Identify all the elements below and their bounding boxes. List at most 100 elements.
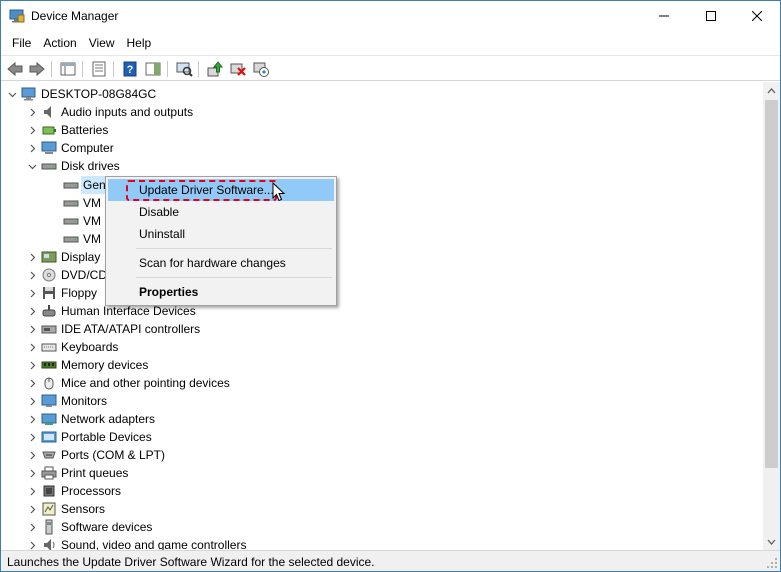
context-separator (136, 248, 332, 249)
back-button[interactable] (6, 60, 24, 78)
action-pane-button[interactable] (144, 60, 162, 78)
expand-chevron-icon[interactable] (27, 103, 37, 121)
tree-item-label: Keyboards (61, 340, 119, 354)
uninstall-device-button[interactable] (229, 60, 247, 78)
menu-help[interactable]: Help (121, 33, 158, 53)
expand-chevron-icon[interactable] (27, 320, 37, 338)
svg-text:?: ? (127, 64, 134, 76)
vertical-scrollbar[interactable] (763, 82, 780, 550)
monitor-icon (41, 393, 57, 409)
tree-item[interactable]: Batteries (27, 121, 108, 139)
uninstall-device-icon (230, 63, 246, 76)
expand-chevron-icon[interactable] (27, 536, 37, 550)
disk-drive-icon (63, 177, 79, 193)
update-driver-button[interactable] (206, 60, 224, 78)
expand-chevron-icon[interactable] (27, 482, 37, 500)
disk-drive-child[interactable]: VM (63, 194, 101, 212)
expand-chevron-icon[interactable] (27, 284, 37, 302)
tree-item[interactable]: Memory devices (27, 356, 148, 374)
tree-item[interactable]: Mice and other pointing devices (27, 374, 230, 392)
scan-hardware-button[interactable] (175, 60, 193, 78)
context-scan-hardware[interactable]: Scan for hardware changes (108, 252, 334, 274)
tree-item[interactable]: DVD/CD (27, 266, 107, 284)
minimize-icon (659, 15, 669, 17)
collapse-chevron-icon[interactable] (27, 157, 37, 175)
tree-item[interactable]: Network adapters (27, 410, 155, 428)
expand-chevron-icon[interactable] (27, 374, 37, 392)
disk-drive-child-label: VM (83, 214, 101, 228)
forward-button[interactable] (28, 60, 46, 78)
tree-item[interactable]: Processors (27, 482, 121, 500)
disk-drive-child[interactable]: VM (63, 212, 101, 230)
tree-item[interactable]: Print queues (27, 464, 128, 482)
context-uninstall[interactable]: Uninstall (108, 223, 334, 245)
minimize-button[interactable] (641, 1, 687, 31)
sound-icon (41, 537, 57, 550)
tree-item[interactable]: Ports (COM & LPT) (27, 446, 165, 464)
tree-item[interactable]: Keyboards (27, 338, 118, 356)
tree-item[interactable]: Monitors (27, 392, 107, 410)
expand-chevron-icon[interactable] (27, 500, 37, 518)
tree-item[interactable]: Display (27, 248, 100, 266)
expand-chevron-icon[interactable] (27, 410, 37, 428)
expand-chevron-icon[interactable] (27, 464, 37, 482)
enable-device-button[interactable] (252, 60, 270, 78)
back-arrow-icon (7, 61, 23, 77)
disk-drive-child-label: Gen (83, 178, 106, 192)
tree-item[interactable]: Disk drives (27, 157, 120, 175)
chevron-down-icon (767, 539, 776, 545)
scrollbar-thumb[interactable] (765, 100, 778, 468)
window-title: Device Manager (31, 9, 119, 23)
expand-chevron-icon[interactable] (27, 392, 37, 410)
tree-item[interactable]: Sensors (27, 500, 105, 518)
menu-file[interactable]: File (6, 33, 37, 53)
forward-arrow-icon (29, 61, 45, 77)
scan-monitor-icon (176, 62, 193, 77)
context-disable-label: Disable (139, 205, 180, 219)
tree-root[interactable]: DESKTOP-08G84GC (7, 85, 156, 103)
expand-chevron-icon[interactable] (27, 248, 37, 266)
context-uninstall-label: Uninstall (139, 227, 186, 241)
tree-item[interactable]: Audio inputs and outputs (27, 103, 193, 121)
update-driver-icon (207, 61, 224, 77)
close-button[interactable] (734, 1, 780, 31)
help-button[interactable]: ? (121, 60, 139, 78)
mouse-cursor-icon (272, 182, 286, 202)
scroll-up-button[interactable] (763, 82, 780, 99)
scroll-down-button[interactable] (763, 533, 780, 550)
disk-drive-icon (41, 158, 57, 174)
disk-drive-child-label: VM (83, 232, 101, 246)
tree-item[interactable]: Sound, video and game controllers (27, 536, 246, 550)
tree-item[interactable]: Portable Devices (27, 428, 152, 446)
expand-chevron-icon[interactable] (27, 266, 37, 284)
keyboard-icon (41, 339, 57, 355)
expand-chevron-icon[interactable] (27, 356, 37, 374)
close-icon (752, 11, 762, 21)
maximize-button[interactable] (688, 1, 734, 31)
properties-pane-button[interactable] (59, 60, 77, 78)
tree-item[interactable]: Software devices (27, 518, 152, 536)
disk-drive-child[interactable]: Gen (63, 176, 106, 194)
context-properties[interactable]: Properties (108, 281, 334, 303)
menu-action[interactable]: Action (37, 33, 82, 53)
tree-item[interactable]: Floppy (27, 284, 97, 302)
device-tree[interactable]: DESKTOP-08G84GC Audio inputs and outputs… (1, 82, 763, 550)
tree-item[interactable]: Computer (27, 139, 114, 157)
expand-chevron-icon[interactable] (27, 518, 37, 536)
expand-chevron-icon[interactable] (27, 428, 37, 446)
resize-grip-icon[interactable] (766, 557, 778, 569)
list-view-button[interactable] (90, 60, 108, 78)
memory-icon (41, 357, 57, 373)
expand-chevron-icon[interactable] (27, 139, 37, 157)
expand-chevron-icon[interactable] (27, 446, 37, 464)
expand-chevron-icon[interactable] (27, 302, 37, 320)
expand-chevron-icon[interactable] (27, 338, 37, 356)
expand-chevron-icon[interactable] (27, 121, 37, 139)
menu-view[interactable]: View (83, 33, 121, 53)
port-icon (41, 447, 57, 463)
disk-drive-child[interactable]: VM (63, 230, 101, 248)
tree-item[interactable]: IDE ATA/ATAPI controllers (27, 320, 200, 338)
tree-item-label: Batteries (61, 123, 109, 137)
context-disable[interactable]: Disable (108, 201, 334, 223)
collapse-chevron-icon[interactable] (7, 85, 17, 103)
